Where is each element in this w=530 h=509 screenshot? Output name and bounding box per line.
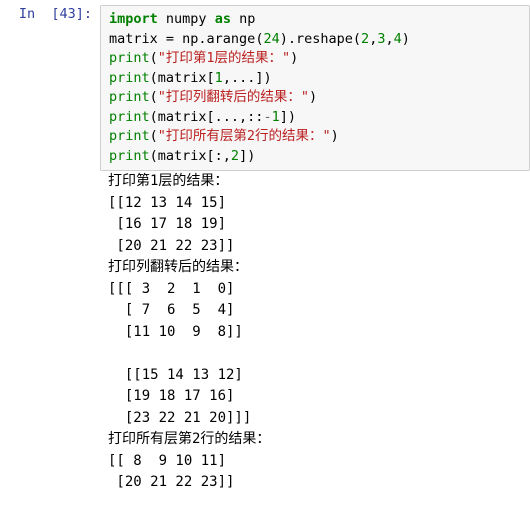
code-line: print("打印列翻转后的结果：") <box>109 88 525 108</box>
output-line: 打印第1层的结果： <box>108 173 229 189</box>
output-line: [[[ 3 2 1 0] <box>108 280 235 297</box>
code-token: 2 <box>230 147 240 164</box>
code-token: reshape <box>296 30 353 47</box>
output-area: 打印第1层的结果： [[12 13 14 15] [16 17 18 19] [2… <box>100 171 530 494</box>
code-token: "打印所有层第2行的结果：" <box>157 128 331 144</box>
output-line: [ 7 6 5 4] <box>108 302 235 318</box>
code-line: print("打印所有层第2行的结果：") <box>109 127 525 147</box>
code-line: matrix = np.arange(24).reshape(2,3,4) <box>109 30 525 50</box>
code-token: ( <box>352 30 362 47</box>
code-token: numpy <box>165 11 207 27</box>
output-cell: 打印第1层的结果： [[12 13 14 15] [16 17 18 19] [2… <box>0 171 530 494</box>
output-line: [11 10 9 8]] <box>108 323 243 340</box>
code-line: print(matrix[:,2]) <box>109 147 525 167</box>
code-token: arange <box>206 30 256 47</box>
notebook-cell-container: In [43]: import numpy as np matrix = np.a… <box>0 0 530 494</box>
code-line: print("打印第1层的结果：") <box>109 49 525 69</box>
stdout-stream: 打印第1层的结果： [[12 13 14 15] [16 17 18 19] [2… <box>108 171 530 494</box>
code-token: ]) <box>239 147 256 164</box>
code-token: (matrix[...,:: <box>149 108 264 125</box>
output-line: [[15 14 13 12] <box>108 366 243 383</box>
code-token: import <box>109 11 158 27</box>
code-token: ( <box>149 50 158 66</box>
code-cell[interactable]: In [43]: import numpy as np matrix = np.a… <box>0 0 530 171</box>
code-token: 1 <box>271 108 280 125</box>
code-token: 4 <box>393 30 402 47</box>
output-line: [16 17 18 19] <box>108 216 227 232</box>
output-line: [20 21 22 23]] <box>108 237 235 254</box>
code-token: print <box>109 69 150 86</box>
output-line: [20 21 22 23]] <box>108 474 235 490</box>
code-token: ) <box>290 50 299 66</box>
code-token: print <box>109 128 150 144</box>
code-token: print <box>109 50 150 66</box>
code-line: print(matrix[1,...]) <box>109 69 525 89</box>
code-token: as <box>214 11 231 27</box>
code-editor[interactable]: import numpy as np matrix = np.arange(24)… <box>100 5 530 171</box>
output-line: 打印所有层第2行的结果： <box>108 431 271 447</box>
output-line: [19 18 17 16] <box>108 388 235 404</box>
code-token: 24 <box>263 30 280 47</box>
code-token: ). <box>279 30 296 47</box>
code-token: ) <box>401 30 410 47</box>
output-line: [23 22 21 20]]] <box>108 409 252 426</box>
code-line: print(matrix[...,::-1]) <box>109 108 525 128</box>
code-token: - <box>263 108 272 125</box>
code-token: ) <box>330 128 339 144</box>
source-code[interactable]: import numpy as np matrix = np.arange(24)… <box>109 10 525 166</box>
code-token: print <box>109 147 150 164</box>
code-token: "打印第1层的结果：" <box>157 50 291 66</box>
input-prompt-label: In [43]: <box>18 6 92 22</box>
code-token: ]) <box>279 108 296 125</box>
code-token: ( <box>149 128 158 144</box>
code-token: 1 <box>214 69 223 86</box>
code-line: import numpy as np <box>109 10 525 30</box>
output-line: [[12 13 14 15] <box>108 194 227 211</box>
code-token: ) <box>309 89 318 105</box>
code-token: ,...]) <box>222 69 272 86</box>
output-line: [[ 8 9 10 11] <box>108 452 227 469</box>
code-token: (matrix[:, <box>149 147 231 164</box>
output-line: 打印列翻转后的结果： <box>108 259 248 275</box>
code-token: "打印列翻转后的结果：" <box>157 89 310 105</box>
code-token: print <box>109 89 150 105</box>
code-token: np <box>239 11 256 27</box>
code-token: (matrix[ <box>149 69 215 86</box>
code-token: matrix = np. <box>109 30 207 47</box>
code-token: 2 <box>361 30 370 47</box>
code-token: ( <box>149 89 158 105</box>
code-token: , <box>385 30 394 47</box>
code-token: print <box>109 108 150 125</box>
